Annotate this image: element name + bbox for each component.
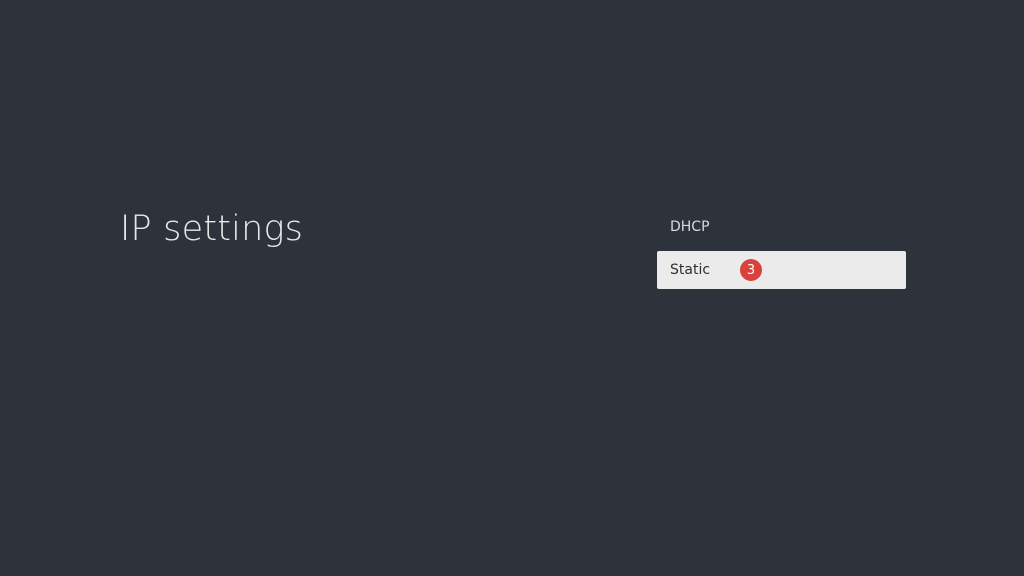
ip-settings-options: DHCP Static 3 xyxy=(657,208,906,289)
step-badge: 3 xyxy=(740,259,762,281)
page-title: IP settings xyxy=(120,209,304,249)
option-dhcp[interactable]: DHCP xyxy=(657,208,906,246)
option-dhcp-label: DHCP xyxy=(670,219,710,235)
option-static[interactable]: Static 3 xyxy=(657,251,906,289)
option-static-label: Static xyxy=(670,262,711,278)
